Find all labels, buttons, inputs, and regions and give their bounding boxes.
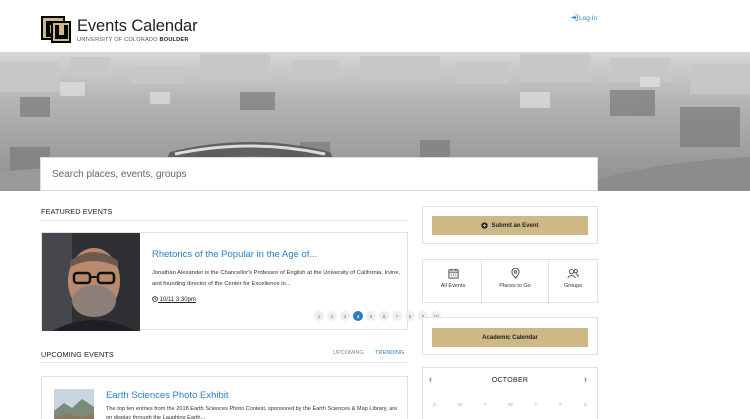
submit-event-button[interactable]: Submit an Event <box>432 216 588 235</box>
calendar-next-icon[interactable]: › <box>584 374 587 384</box>
featured-event-description: Jonathan Alexander is the Chancellor's P… <box>152 270 401 287</box>
quick-link-label: Places to Go <box>499 283 531 289</box>
calendar-month: OCTOBER <box>491 377 529 384</box>
subtitle-prefix: UNIVERSITY OF COLORADO <box>77 37 158 43</box>
quick-link-label: All Events <box>440 283 466 289</box>
weekday-label: T <box>483 403 487 408</box>
featured-event-card[interactable]: Rhetorics of the Popular in the Age of..… <box>41 232 441 331</box>
calendar-icon <box>447 268 459 279</box>
featured-divider <box>41 220 408 221</box>
event-description: The top ten entries from the 2018 Earth … <box>106 406 398 419</box>
quick-link-groups[interactable]: Groups <box>555 268 591 289</box>
pager-dot[interactable]: 2 <box>327 311 337 321</box>
pager-dot[interactable]: 5 <box>366 311 376 321</box>
pager-dot[interactable]: 6 <box>379 311 389 321</box>
upcoming-divider <box>41 362 408 363</box>
quick-link-label: Groups <box>563 283 583 289</box>
event-title[interactable]: Earth Sciences Photo Exhibit <box>106 390 229 401</box>
weekday-label: S <box>583 403 588 408</box>
plus-circle-icon <box>481 222 489 229</box>
submit-box: Submit an Event <box>422 206 598 244</box>
submit-event-label: Submit an Event <box>491 222 539 229</box>
featured-event-time-text: 10/11 3:30pm <box>159 297 196 303</box>
quick-links-box: All Events Places to Go Groups <box>422 259 598 304</box>
upcoming-events-heading: UPCOMING EVENTS <box>41 350 114 359</box>
academic-calendar-button[interactable]: Academic Calendar <box>432 328 588 347</box>
login-label: Log In <box>579 15 598 22</box>
weekday-label: M <box>457 403 462 408</box>
users-icon <box>567 269 579 279</box>
calendar-weekdays: SMTWTFS <box>422 403 598 408</box>
map-pin-icon <box>510 268 520 279</box>
site-header: Events Calendar UNIVERSITY OF COLORADO B… <box>0 0 750 52</box>
tab-trending[interactable]: TRENDING <box>375 350 404 356</box>
login-link[interactable]: Log In <box>571 14 597 22</box>
login-icon <box>571 14 578 21</box>
tab-upcoming[interactable]: UPCOMING <box>333 350 364 356</box>
weekday-label: S <box>432 403 437 408</box>
cu-logo-icon[interactable] <box>41 14 71 44</box>
featured-event-title[interactable]: Rhetorics of the Popular in the Age of..… <box>152 249 317 260</box>
search-input[interactable]: Search places, events, groups <box>40 157 598 191</box>
featured-event-photo <box>42 233 140 331</box>
upcoming-event-card[interactable]: Earth Sciences Photo Exhibit The top ten… <box>41 376 408 419</box>
featured-event-time[interactable]: 10/11 3:30pm <box>152 296 196 303</box>
subtitle-bold: BOULDER <box>159 37 189 43</box>
weekday-label: W <box>508 403 513 408</box>
pager-dot[interactable]: 1 <box>314 311 324 321</box>
site-title[interactable]: Events Calendar <box>77 17 198 36</box>
quick-divider <box>481 260 482 304</box>
hero-banner: Search places, events, groups <box>0 52 750 191</box>
pager-dot[interactable]: 4 <box>353 311 363 321</box>
pager-dot[interactable]: 3 <box>340 311 350 321</box>
academic-box: Academic Calendar <box>422 317 598 355</box>
clock-icon <box>152 296 158 302</box>
quick-link-places[interactable]: Places to Go <box>489 268 541 289</box>
weekday-label: T <box>534 403 538 408</box>
mini-calendar <box>422 367 598 419</box>
weekday-label: F <box>559 403 563 408</box>
pager-dot[interactable]: 8 <box>405 311 415 321</box>
featured-events-heading: FEATURED EVENTS <box>41 207 113 216</box>
event-thumbnail <box>54 389 94 419</box>
site-subtitle: UNIVERSITY OF COLORADO BOULDER <box>77 37 189 43</box>
pager-dot[interactable]: 7 <box>392 311 402 321</box>
quick-link-all-events[interactable]: All Events <box>431 268 475 289</box>
quick-divider <box>548 260 549 304</box>
